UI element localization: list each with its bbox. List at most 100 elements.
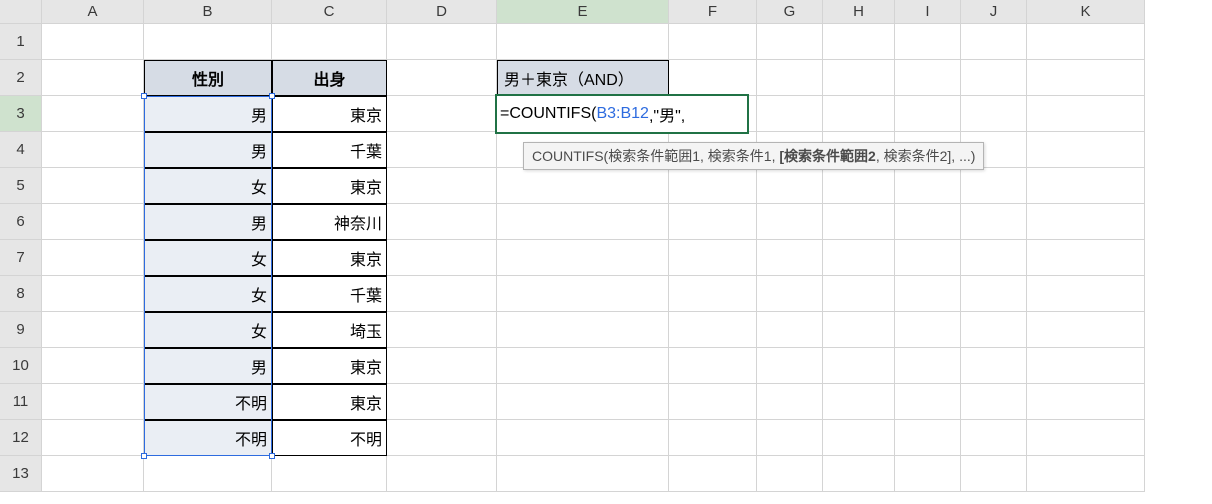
cell-h3[interactable] [823, 96, 895, 132]
cell-f6[interactable] [669, 204, 757, 240]
cell-i9[interactable] [895, 312, 961, 348]
cell-g7[interactable] [757, 240, 823, 276]
cell-c13[interactable] [272, 456, 387, 492]
cell-b10[interactable]: 男 [144, 348, 272, 384]
cell-j13[interactable] [961, 456, 1027, 492]
cell-g10[interactable] [757, 348, 823, 384]
row-header-7[interactable]: 7 [0, 240, 42, 276]
cell-a8[interactable] [42, 276, 144, 312]
formula-range-ref[interactable]: B3:B12 [596, 105, 648, 123]
cell-k7[interactable] [1027, 240, 1145, 276]
cell-b1[interactable] [144, 24, 272, 60]
cell-b5[interactable]: 女 [144, 168, 272, 204]
cell-g3[interactable] [757, 96, 823, 132]
cell-j9[interactable] [961, 312, 1027, 348]
cell-k11[interactable] [1027, 384, 1145, 420]
cell-h7[interactable] [823, 240, 895, 276]
select-all-corner[interactable] [0, 0, 42, 24]
col-header-k[interactable]: K [1027, 0, 1145, 24]
cell-a5[interactable] [42, 168, 144, 204]
cell-c6[interactable]: 神奈川 [272, 204, 387, 240]
cell-f9[interactable] [669, 312, 757, 348]
cell-f13[interactable] [669, 456, 757, 492]
cell-k3[interactable] [1027, 96, 1145, 132]
col-header-h[interactable]: H [823, 0, 895, 24]
cell-d4[interactable] [387, 132, 497, 168]
cell-c8[interactable]: 千葉 [272, 276, 387, 312]
col-header-e[interactable]: E [497, 0, 669, 24]
cell-i5[interactable] [895, 168, 961, 204]
cell-h12[interactable] [823, 420, 895, 456]
cell-i13[interactable] [895, 456, 961, 492]
cell-e6[interactable] [497, 204, 669, 240]
cell-d8[interactable] [387, 276, 497, 312]
cell-k5[interactable] [1027, 168, 1145, 204]
row-header-12[interactable]: 12 [0, 420, 42, 456]
cell-g9[interactable] [757, 312, 823, 348]
col-header-g[interactable]: G [757, 0, 823, 24]
cell-c12[interactable]: 不明 [272, 420, 387, 456]
cell-k4[interactable] [1027, 132, 1145, 168]
cell-i3[interactable] [895, 96, 961, 132]
cell-g11[interactable] [757, 384, 823, 420]
cell-k8[interactable] [1027, 276, 1145, 312]
cell-h13[interactable] [823, 456, 895, 492]
cell-e3-editing[interactable]: =COUNTIFS(B3:B12,"男", [497, 96, 747, 132]
cell-j3[interactable] [961, 96, 1027, 132]
row-header-4[interactable]: 4 [0, 132, 42, 168]
cell-k9[interactable] [1027, 312, 1145, 348]
cell-g12[interactable] [757, 420, 823, 456]
cell-k12[interactable] [1027, 420, 1145, 456]
cell-j10[interactable] [961, 348, 1027, 384]
cell-a6[interactable] [42, 204, 144, 240]
cell-k1[interactable] [1027, 24, 1145, 60]
cell-f12[interactable] [669, 420, 757, 456]
cell-i8[interactable] [895, 276, 961, 312]
row-header-11[interactable]: 11 [0, 384, 42, 420]
cell-b9[interactable]: 女 [144, 312, 272, 348]
cell-e10[interactable] [497, 348, 669, 384]
cell-f7[interactable] [669, 240, 757, 276]
cell-d2[interactable] [387, 60, 497, 96]
row-header-2[interactable]: 2 [0, 60, 42, 96]
cell-h6[interactable] [823, 204, 895, 240]
cell-j2[interactable] [961, 60, 1027, 96]
cell-c10[interactable]: 東京 [272, 348, 387, 384]
cell-h11[interactable] [823, 384, 895, 420]
cell-j6[interactable] [961, 204, 1027, 240]
cell-h5[interactable] [823, 168, 895, 204]
cell-a4[interactable] [42, 132, 144, 168]
cell-i1[interactable] [895, 24, 961, 60]
row-header-10[interactable]: 10 [0, 348, 42, 384]
cell-b13[interactable] [144, 456, 272, 492]
row-header-9[interactable]: 9 [0, 312, 42, 348]
cell-a2[interactable] [42, 60, 144, 96]
cell-b8[interactable]: 女 [144, 276, 272, 312]
cell-e9[interactable] [497, 312, 669, 348]
cell-g6[interactable] [757, 204, 823, 240]
cell-g8[interactable] [757, 276, 823, 312]
cell-f10[interactable] [669, 348, 757, 384]
cell-i2[interactable] [895, 60, 961, 96]
cell-c1[interactable] [272, 24, 387, 60]
cell-d9[interactable] [387, 312, 497, 348]
cell-b12[interactable]: 不明 [144, 420, 272, 456]
cell-h10[interactable] [823, 348, 895, 384]
cell-a11[interactable] [42, 384, 144, 420]
cell-g13[interactable] [757, 456, 823, 492]
cell-e11[interactable] [497, 384, 669, 420]
cell-e8[interactable] [497, 276, 669, 312]
cell-f5[interactable] [669, 168, 757, 204]
cell-d3[interactable] [387, 96, 497, 132]
cell-h1[interactable] [823, 24, 895, 60]
cell-j7[interactable] [961, 240, 1027, 276]
cell-k2[interactable] [1027, 60, 1145, 96]
cell-d6[interactable] [387, 204, 497, 240]
row-header-1[interactable]: 1 [0, 24, 42, 60]
cell-i10[interactable] [895, 348, 961, 384]
cell-d10[interactable] [387, 348, 497, 384]
cell-b7[interactable]: 女 [144, 240, 272, 276]
cell-e13[interactable] [497, 456, 669, 492]
cell-a13[interactable] [42, 456, 144, 492]
cell-b3[interactable]: 男 [144, 96, 272, 132]
